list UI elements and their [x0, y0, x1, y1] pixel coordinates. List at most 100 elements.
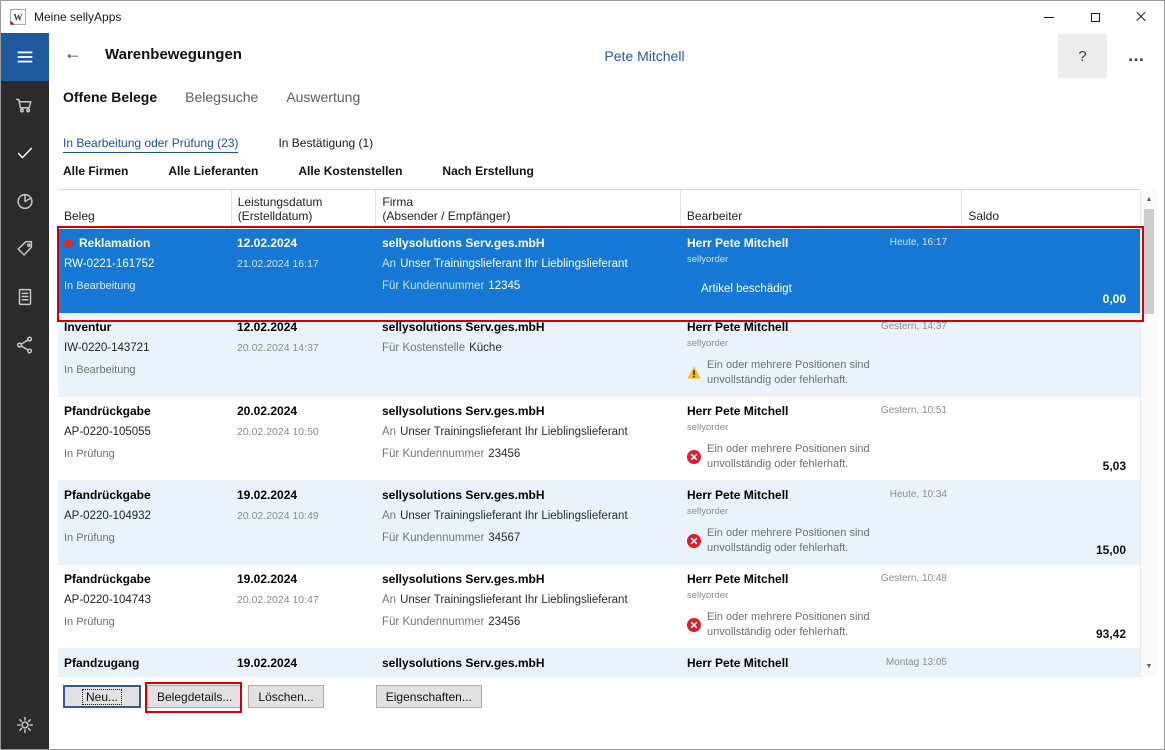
sidebar-item-price-tag[interactable]: [1, 225, 49, 273]
table-row[interactable]: Pfandrückgabe AP-0220-105055 In Prüfung …: [58, 397, 1140, 481]
beleg-cell: Pfandrückgabe AP-0220-104932 In Prüfung: [58, 481, 231, 564]
cart-icon: [14, 94, 36, 116]
doc-type: Pfandrückgabe: [64, 404, 151, 418]
firma-cell: sellysolutions Serv.ges.mbH An Unser Trai…: [376, 229, 681, 313]
scroll-down-icon[interactable]: ▼: [1141, 658, 1157, 675]
doc-number: RW-0221-161752: [64, 258, 155, 270]
message-text: Artikel beschädigt: [701, 283, 792, 295]
tab-offene-belege[interactable]: Offene Belege: [63, 89, 157, 105]
scrollbar-thumb[interactable]: [1144, 209, 1154, 314]
company-lines: An Unser Trainingslieferant Ihr Lieblings…: [382, 258, 628, 302]
filter-alle-lieferanten[interactable]: Alle Lieferanten: [168, 164, 258, 178]
sidebar-item-ledger[interactable]: [1, 273, 49, 321]
price-tag-icon: [14, 238, 36, 260]
company-line: An Unser Trainingslieferant Ihr Lieblings…: [382, 426, 628, 438]
hamburger-menu-icon: [14, 46, 36, 68]
doc-status: In Prüfung: [64, 448, 115, 460]
eigenschaften-button[interactable]: Eigenschaften...: [375, 685, 482, 708]
main-content: ← Warenbewegungen Pete Mitchell ? … Offe…: [49, 33, 1164, 749]
filters: Alle Firmen Alle Lieferanten Alle Kostenst…: [63, 164, 574, 178]
scroll-up-icon[interactable]: ▲: [1141, 191, 1157, 208]
column-header-bearbeiter[interactable]: Bearbeiter: [679, 190, 961, 229]
company-name: sellysolutions Serv.ges.mbH: [382, 404, 545, 418]
company-line: An Unser Trainingslieferant Ihr Lieblings…: [382, 510, 628, 522]
row-message: Ein oder mehrere Positionen sind unvolls…: [687, 358, 907, 388]
belegdetails-button[interactable]: Belegdetails...: [147, 685, 243, 708]
doc-status: In Bearbeitung: [64, 280, 136, 292]
editor-app: sellyorder: [687, 506, 729, 517]
help-button[interactable]: ?: [1058, 34, 1107, 78]
share-network-icon: [14, 334, 36, 356]
current-user[interactable]: Pete Mitchell: [604, 48, 684, 64]
sidebar-item-cart[interactable]: [1, 81, 49, 129]
maximize-button[interactable]: [1072, 1, 1118, 33]
table-row[interactable]: Pfandrückgabe AP-0220-104743 In Prüfung …: [58, 565, 1140, 649]
column-header-saldo[interactable]: Saldo: [961, 190, 1140, 229]
löschen-button[interactable]: Löschen...: [248, 685, 324, 708]
doc-number: AP-0220-105055: [64, 426, 151, 438]
page-title: Warenbewegungen: [105, 46, 242, 63]
filter-alle-firmen[interactable]: Alle Firmen: [63, 164, 128, 178]
close-button[interactable]: [1118, 1, 1164, 33]
window-title: Meine sellyApps: [34, 10, 122, 24]
table-row[interactable]: Reklamation RW-0221-161752 In Bearbeitun…: [58, 229, 1140, 313]
column-header-leistungsdatum[interactable]: Leistungsdatum (Erstelldatum): [230, 190, 376, 229]
datum-cell: 12.02.2024 20.02.2024 14:37: [231, 313, 376, 396]
tab-belegsuche[interactable]: Belegsuche: [185, 89, 258, 105]
sidebar-item-pie-chart[interactable]: [1, 177, 49, 225]
status-dot-icon: [64, 238, 73, 248]
saldo-cell: [963, 649, 1140, 677]
doc-status: In Bearbeitung: [64, 364, 136, 376]
table-row[interactable]: Inventur IW-0220-143721 In Bearbeitung 1…: [58, 313, 1140, 397]
company-name: sellysolutions Serv.ges.mbH: [382, 236, 545, 250]
datum-cell: 20.02.2024 20.02.2024 10:50: [231, 397, 376, 480]
error-icon: [687, 533, 701, 548]
hamburger-menu-button[interactable]: [1, 33, 49, 81]
tabs: Offene Belege Belegsuche Auswertung: [63, 89, 388, 105]
table-row[interactable]: Pfandrückgabe AP-0220-104932 In Prüfung …: [58, 481, 1140, 565]
maximize-icon: [1090, 12, 1100, 22]
minimize-button[interactable]: [1026, 1, 1072, 33]
back-arrow-button[interactable]: ←: [64, 43, 82, 64]
filter-alle-kostenstellen[interactable]: Alle Kostenstellen: [298, 164, 402, 178]
bearbeiter-cell: Herr Pete Mitchell Gestern, 14:37 sellyo…: [681, 313, 963, 396]
filter-nach-erstellung[interactable]: Nach Erstellung: [442, 164, 533, 178]
minimize-icon: [1044, 16, 1054, 18]
editor-app: sellyorder: [687, 422, 729, 433]
table-row[interactable]: Pfandzugang 19.02.2024 sellysolutions Se…: [58, 649, 1140, 677]
subtab-in-bearbeitung-oder-prüfung-23[interactable]: In Bearbeitung oder Prüfung (23): [63, 136, 239, 153]
doc-type: Pfandzugang: [64, 656, 140, 670]
row-message: Ein oder mehrere Positionen sind unvolls…: [687, 610, 907, 640]
column-header-firma[interactable]: Firma (Absender / Empfänger): [375, 190, 679, 229]
sidebar-item-share-network[interactable]: [1, 321, 49, 369]
bearbeiter-cell: Herr Pete Mitchell Gestern, 10:51 sellyo…: [681, 397, 963, 480]
tab-auswertung[interactable]: Auswertung: [286, 89, 360, 105]
editor-name: Herr Pete Mitchell: [687, 320, 789, 334]
company-lines: An Unser Trainingslieferant Ihr Lieblings…: [382, 594, 628, 638]
message-text: Ein oder mehrere Positionen sind unvolls…: [707, 443, 870, 470]
company-line: Für Kundennummer 23456: [382, 616, 521, 628]
company-line: Für Kundennummer 23456: [382, 448, 521, 460]
saldo-value: 93,42: [1095, 627, 1126, 641]
sidebar-item-checkmark[interactable]: [1, 129, 49, 177]
company-name: sellysolutions Serv.ges.mbH: [382, 488, 545, 502]
sidebar-nav: [1, 81, 49, 369]
bearbeiter-cell: Herr Pete Mitchell Heute, 16:17 sellyord…: [681, 229, 963, 313]
datum-cell: 19.02.2024 20.02.2024 10:47: [231, 565, 376, 648]
datum-cell: 19.02.2024 20.02.2024 10:49: [231, 481, 376, 564]
firma-cell: sellysolutions Serv.ges.mbH An Unser Trai…: [376, 481, 681, 564]
sidebar-item-settings[interactable]: [1, 701, 49, 749]
column-header-beleg[interactable]: Beleg: [58, 190, 231, 229]
vertical-scrollbar[interactable]: ▲ ▼: [1140, 189, 1157, 677]
row-timestamp: Montag 13:05: [885, 657, 947, 668]
neu-button[interactable]: Neu...: [63, 685, 141, 708]
doc-number: AP-0220-104743: [64, 594, 151, 606]
more-options-button[interactable]: …: [1118, 41, 1154, 71]
created-date: 20.02.2024 10:50: [237, 426, 319, 438]
subtabs: In Bearbeitung oder Prüfung (23) In Bestä…: [63, 136, 413, 153]
firma-cell: sellysolutions Serv.ges.mbH Für Kostenst…: [376, 313, 681, 396]
beleg-cell: Reklamation RW-0221-161752 In Bearbeitun…: [58, 229, 231, 313]
company-name: sellysolutions Serv.ges.mbH: [382, 572, 545, 586]
subtab-in-bestätigung-1[interactable]: In Bestätigung (1): [278, 136, 373, 153]
created-date: 20.02.2024 10:49: [237, 510, 319, 522]
